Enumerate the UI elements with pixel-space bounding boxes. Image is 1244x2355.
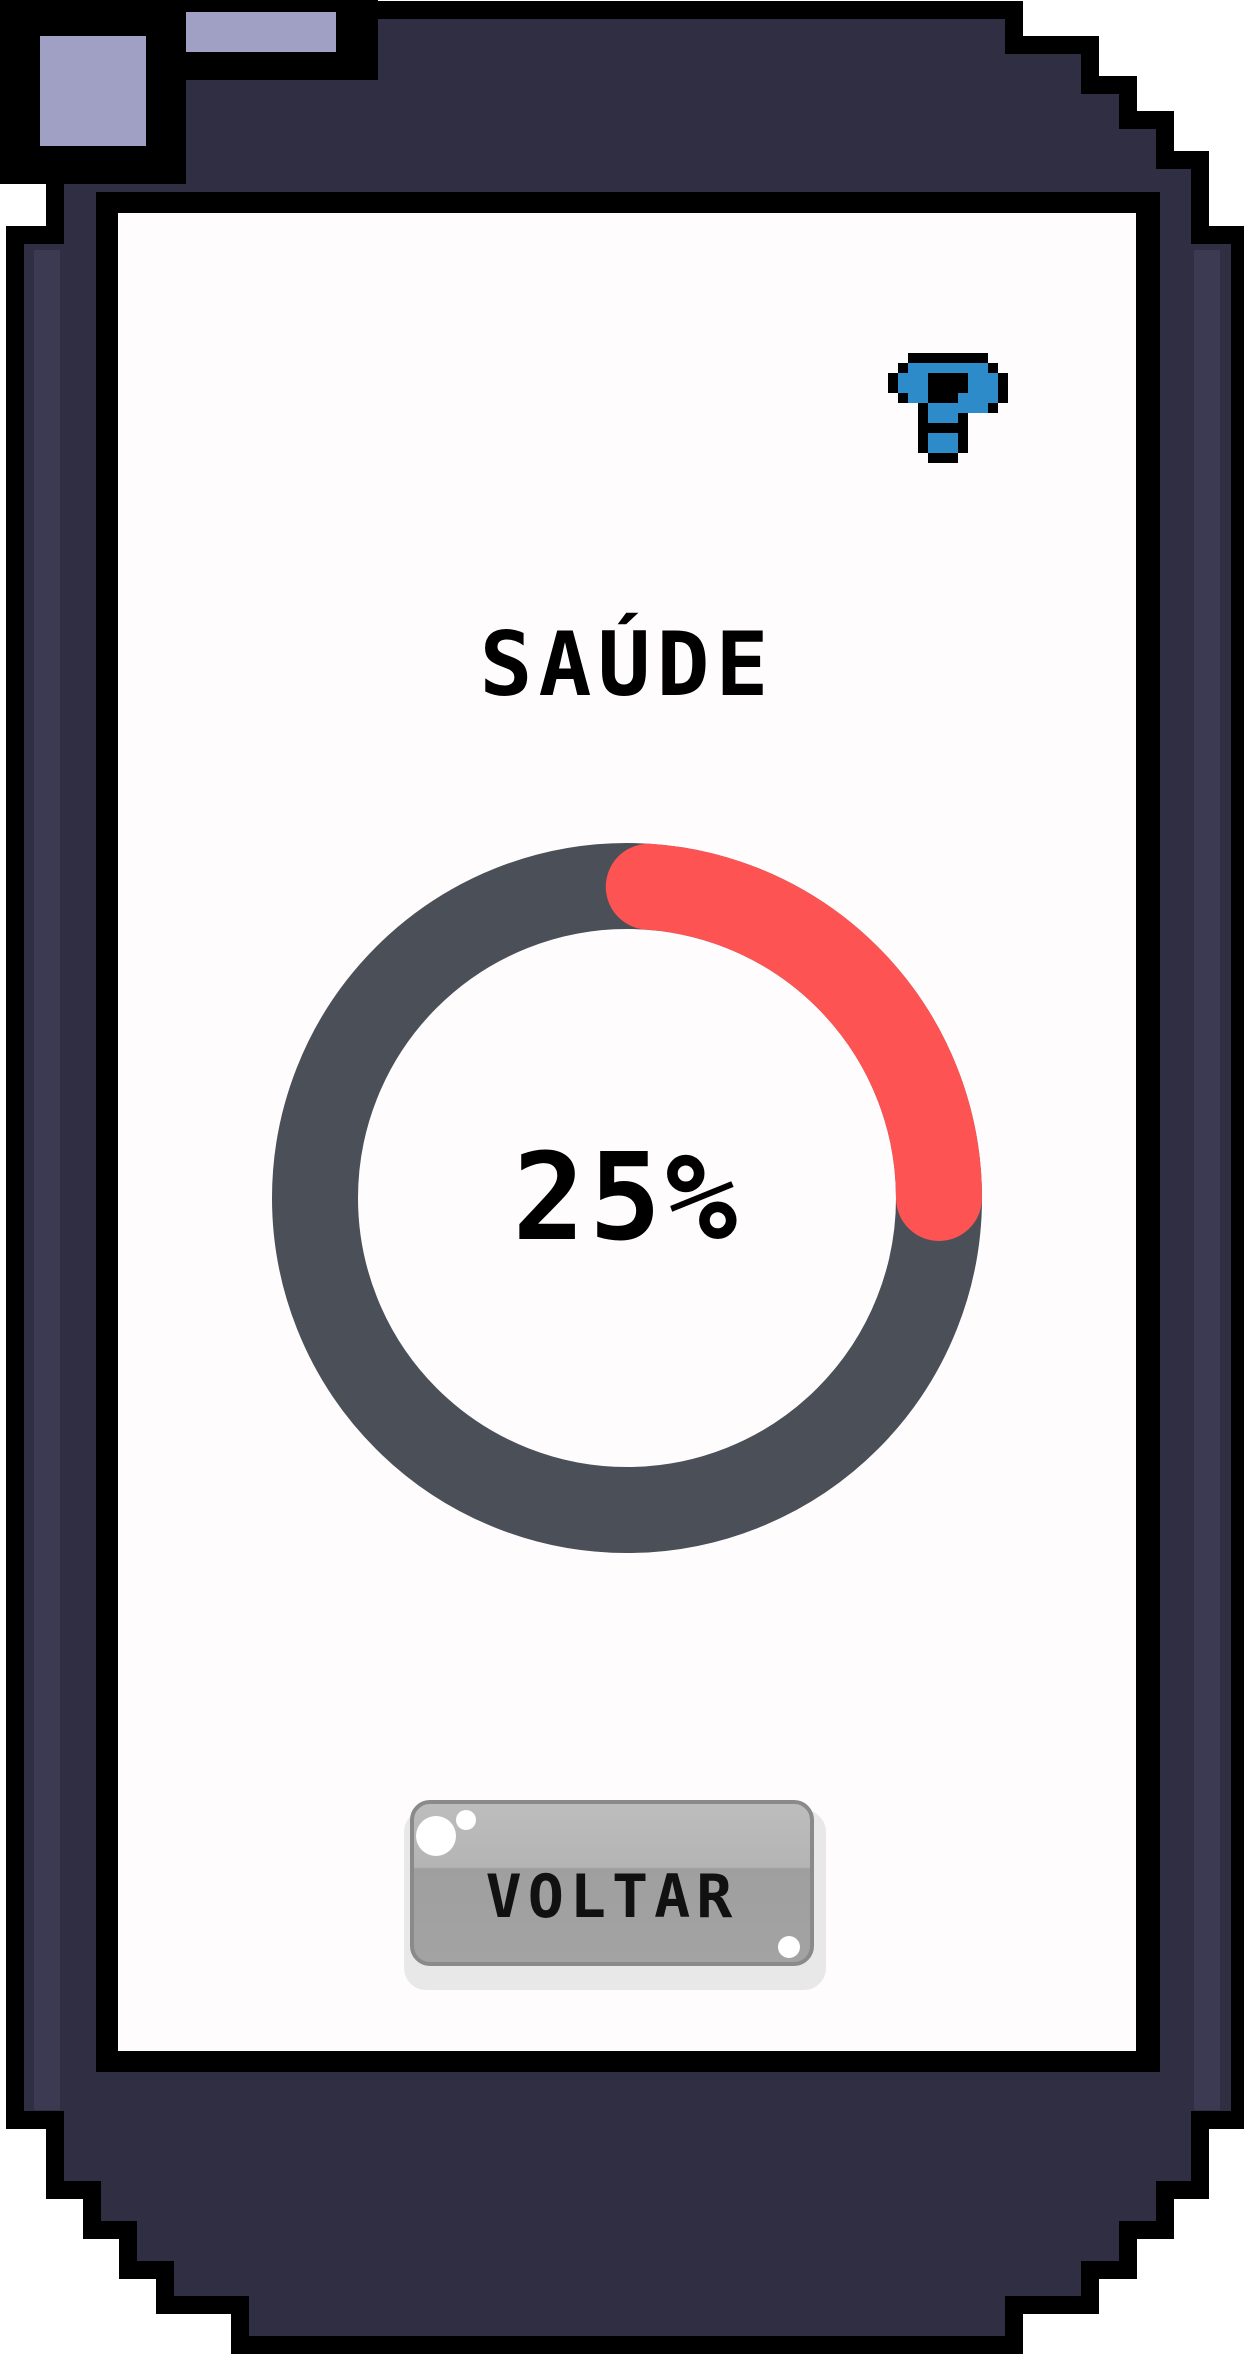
question-mark-icon[interactable] [878, 353, 1028, 503]
back-button[interactable]: VOLTAR [404, 1800, 826, 1990]
glare-dot [778, 1936, 800, 1958]
glare-dot [456, 1810, 476, 1830]
app-screen: SAÚDE 25% VOLTAR [118, 213, 1136, 2051]
glare-dot [416, 1816, 456, 1856]
screen-title: SAÚDE [479, 613, 775, 716]
gauge-value: 25% [512, 1128, 742, 1268]
home-button[interactable] [0, 0, 186, 184]
back-button-label: VOLTAR [485, 1862, 739, 1932]
